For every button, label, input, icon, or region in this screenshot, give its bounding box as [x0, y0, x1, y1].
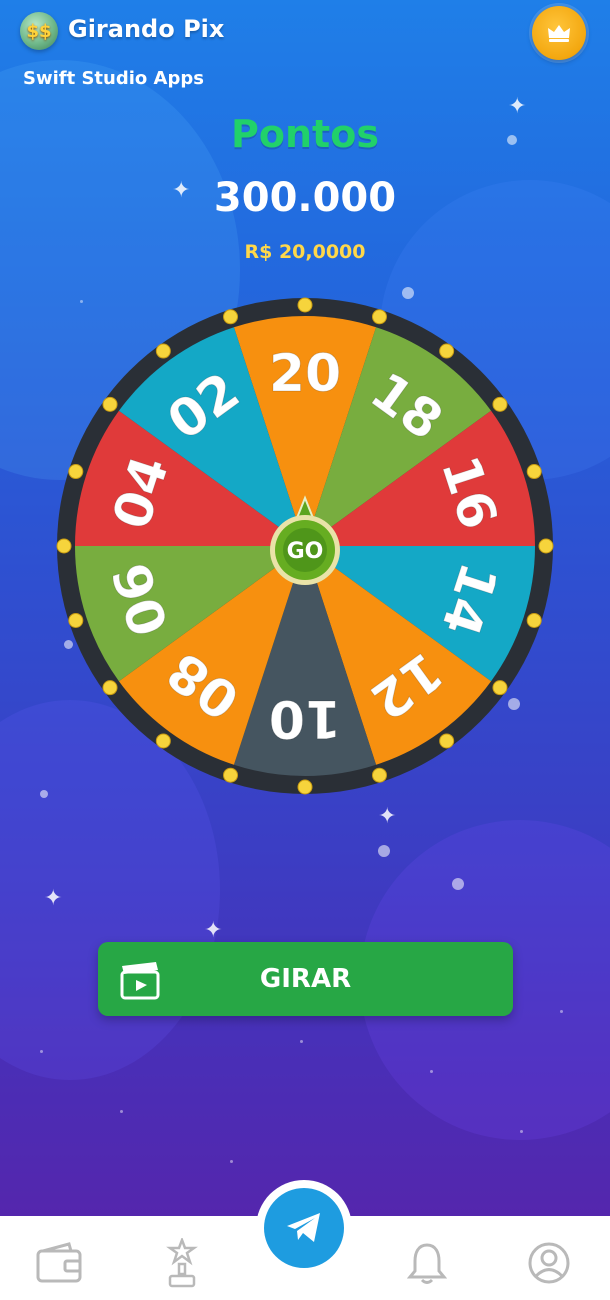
- sparkle-dot: [430, 1070, 433, 1073]
- sparkle-dot: [120, 1110, 123, 1113]
- wheel-bulb: [102, 396, 118, 412]
- wheel-bulb: [526, 464, 542, 480]
- wheel-bulb: [297, 779, 313, 795]
- telegram-icon: [287, 1213, 320, 1242]
- wallet-icon: [36, 1242, 82, 1283]
- star-icon: ✦: [44, 886, 63, 911]
- wheel-bulb: [492, 680, 508, 696]
- wheel-bulb: [492, 396, 508, 412]
- wheel-bulb: [155, 733, 171, 749]
- sparkle-dot: [452, 878, 464, 890]
- wheel-bulb: [538, 538, 554, 554]
- app-logo-icon: $$: [20, 12, 58, 50]
- spin-button-label: GIRAR: [259, 964, 352, 994]
- nav-notifications[interactable]: [402, 1238, 452, 1288]
- wheel-bulb: [371, 309, 387, 325]
- app-title: Girando Pix: [68, 15, 225, 43]
- wheel-bulb: [68, 464, 84, 480]
- wheel-bulb: [223, 309, 239, 325]
- sparkle-dot: [378, 845, 390, 857]
- sparkle-dot: [300, 1040, 303, 1043]
- telegram-button-circle: [264, 1188, 344, 1268]
- premium-button[interactable]: [532, 6, 586, 60]
- wheel-bulb: [223, 767, 239, 783]
- wheel-segment-label: 20: [269, 344, 341, 404]
- telegram-button[interactable]: [256, 1180, 352, 1276]
- wheel-bulb: [526, 612, 542, 628]
- app-subtitle: Swift Studio Apps: [23, 68, 204, 89]
- sparkle-dot: [40, 790, 48, 798]
- sparkle-dot: [560, 1010, 563, 1013]
- wheel-bulb: [439, 343, 455, 359]
- go-label: GO: [287, 539, 324, 564]
- nav-ranking[interactable]: [157, 1238, 207, 1288]
- trophy-icon: [166, 1238, 198, 1288]
- wheel-bulb: [371, 767, 387, 783]
- points-label: Pontos: [231, 112, 379, 156]
- crown-icon: [548, 25, 570, 42]
- prize-wheel[interactable]: 20 181614121008060402 GO: [55, 296, 555, 796]
- star-icon: ✦: [378, 804, 397, 829]
- star-icon: ✦: [204, 918, 223, 943]
- wheel-bulb: [102, 680, 118, 696]
- clapperboard-icon: [120, 962, 160, 1000]
- wheel-bulb: [297, 297, 313, 313]
- app-screen: ✦ ✦ ✦ ✦ ✦ $$ Girando Pix Swift Studio Ap…: [0, 0, 610, 1300]
- wheel-segment-label: 10: [269, 688, 341, 748]
- nav-profile[interactable]: [524, 1238, 574, 1288]
- wheel-bulb: [155, 343, 171, 359]
- nav-wallet[interactable]: [34, 1238, 84, 1288]
- spin-button[interactable]: GIRAR: [98, 942, 513, 1016]
- sparkle-dot: [230, 1160, 233, 1163]
- wheel-bulb: [56, 538, 72, 554]
- sparkle-dot: [520, 1130, 523, 1133]
- profile-icon: [528, 1242, 570, 1284]
- sparkle-dot: [40, 1050, 43, 1053]
- wheel-bulb: [68, 612, 84, 628]
- money-value: R$ 20,0000: [244, 241, 366, 263]
- points-value: 300.000: [213, 175, 397, 221]
- wheel-bulb: [439, 733, 455, 749]
- bell-icon: [407, 1243, 447, 1284]
